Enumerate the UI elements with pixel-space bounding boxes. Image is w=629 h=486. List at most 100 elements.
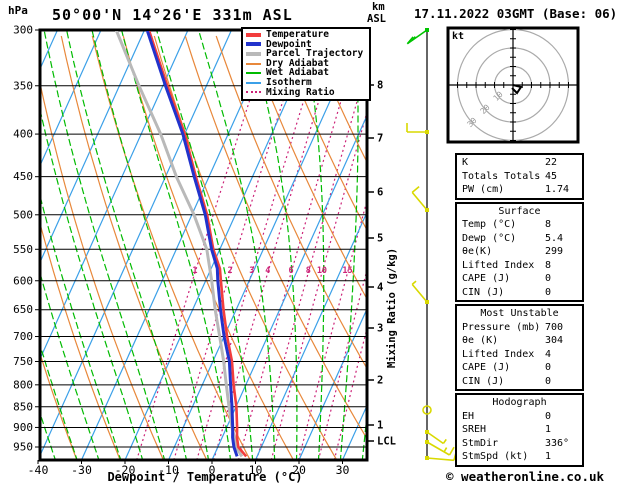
table-row: StmDir 336° xyxy=(457,437,582,451)
svg-text:4: 4 xyxy=(377,282,383,294)
table-row: Lifted Index 4 xyxy=(457,348,582,362)
svg-text:8: 8 xyxy=(377,80,383,92)
table-row: θe (K) 304 xyxy=(457,334,582,348)
svg-text:750: 750 xyxy=(13,355,33,368)
svg-text:-40: -40 xyxy=(28,463,49,477)
wind-barb xyxy=(406,28,429,45)
svg-text:500: 500 xyxy=(13,208,33,221)
stat-value: 299 xyxy=(545,246,564,257)
stat-value: 304 xyxy=(545,335,564,346)
svg-text:900: 900 xyxy=(13,421,33,434)
stat-label: Temp (°C) xyxy=(462,219,517,230)
copyright-label: © weatheronline.co.uk xyxy=(446,469,605,484)
table-row: PW (cm) 1.74 xyxy=(457,183,582,197)
mixing-ratio-axis-label: Mixing Ratio (g/kg) xyxy=(386,247,398,369)
svg-text:15: 15 xyxy=(342,266,352,276)
stat-label: Lifted Index xyxy=(462,348,535,360)
stat-value: 0 xyxy=(545,375,552,387)
svg-text:3: 3 xyxy=(377,323,383,335)
table-row: K 22 xyxy=(457,156,582,170)
stat-label: CIN (J) xyxy=(462,375,505,387)
table-row: Pressure (mb) 700 xyxy=(457,321,582,335)
stat-label: SREH xyxy=(462,424,487,435)
svg-text:800: 800 xyxy=(13,378,33,391)
legend-swatch xyxy=(246,32,261,37)
hodograph-unit-label: kt xyxy=(452,31,465,42)
stat-value: 22 xyxy=(545,157,558,168)
skewt-sounding-screenshot: 50°00'N 14°26'E 331m ASL 17.11.2022 03GM… xyxy=(0,0,629,486)
stat-value: 1 xyxy=(545,424,552,435)
svg-text:950: 950 xyxy=(13,441,33,454)
stats-box: Surface Temp (°C) 8 Dewp (°C) 5.4 θe(K) 299 Lif… xyxy=(455,201,584,302)
stat-value: 1.74 xyxy=(545,184,570,195)
stats-box: Most Unstable Pressure (mb) 700 θe (K) 304 Li… xyxy=(455,304,584,391)
table-row: SREH 1 xyxy=(457,423,582,437)
wind-barb xyxy=(425,440,455,456)
svg-text:300: 300 xyxy=(13,24,33,37)
table-row: Lifted Index 8 xyxy=(457,259,582,273)
stat-label: PW (cm) xyxy=(462,184,505,195)
svg-text:700: 700 xyxy=(13,330,33,343)
legend-swatch xyxy=(246,51,261,56)
stat-label: StmDir xyxy=(462,437,499,449)
svg-text:7: 7 xyxy=(377,133,383,145)
stats-box-header: Most Unstable xyxy=(480,308,559,319)
table-row: EH 0 xyxy=(457,410,582,424)
legend-swatch xyxy=(246,62,261,65)
svg-text:650: 650 xyxy=(13,303,33,316)
table-row: Dewp (°C) 5.4 xyxy=(457,232,582,246)
stat-label: Pressure (mb) xyxy=(462,321,541,333)
svg-text:450: 450 xyxy=(13,170,33,183)
svg-text:550: 550 xyxy=(13,243,33,256)
stats-box: Hodograph EH 0 SREH 1 StmDir 336° StmSpd (kt) 1 xyxy=(455,393,584,467)
wind-barb xyxy=(406,123,429,134)
stat-value: 4 xyxy=(545,348,552,360)
stat-value: 8 xyxy=(545,259,552,271)
lcl-label: LCL xyxy=(377,436,396,448)
svg-text:2: 2 xyxy=(377,375,383,387)
legend-item: Mixing Ratio xyxy=(246,86,369,98)
stat-label: Dewp (°C) xyxy=(462,232,517,244)
stat-label: CAPE (J) xyxy=(462,362,511,373)
svg-text:8: 8 xyxy=(306,266,311,276)
stat-value: 8 xyxy=(545,219,552,230)
stat-value: 5.4 xyxy=(545,232,564,244)
stats-box-header: Surface xyxy=(498,205,541,217)
legend-item-label: Mixing Ratio xyxy=(266,86,335,98)
svg-text:850: 850 xyxy=(13,400,33,413)
table-row: Totals Totals 45 xyxy=(457,170,582,184)
legend-swatch xyxy=(246,72,261,75)
stat-label: K xyxy=(462,157,469,168)
table-row: CIN (J) 0 xyxy=(457,375,582,389)
stat-value: 0 xyxy=(545,273,552,284)
stat-label: StmSpd (kt) xyxy=(462,451,529,462)
svg-text:5: 5 xyxy=(377,233,383,245)
stat-label: Totals Totals xyxy=(462,170,541,182)
stat-label: θe (K) xyxy=(462,335,499,346)
stat-label: EH xyxy=(462,410,475,422)
stat-label: CAPE (J) xyxy=(462,273,511,284)
svg-text:400: 400 xyxy=(13,128,33,141)
table-row: CAPE (J) 0 xyxy=(457,361,582,375)
svg-text:600: 600 xyxy=(13,274,33,287)
stat-label: θe(K) xyxy=(462,246,493,257)
stat-label: Lifted Index xyxy=(462,259,535,271)
stats-panels: K 22 Totals Totals 45 PW (cm) 1.74 Surface Temp… xyxy=(455,153,584,469)
svg-text:6: 6 xyxy=(377,187,383,199)
svg-text:4: 4 xyxy=(265,266,270,276)
stats-box-header: Hodograph xyxy=(492,397,547,408)
pressure-tick-labels: 300 350 400 450 500 550 600 650 700 750 800 850 900 9… xyxy=(13,24,33,454)
hodograph: 102030 xyxy=(446,26,580,144)
svg-text:3: 3 xyxy=(249,266,254,276)
stat-label: CIN (J) xyxy=(462,286,505,298)
series-dewpoint xyxy=(145,31,239,457)
stats-box: K 22 Totals Totals 45 PW (cm) 1.74 xyxy=(455,153,584,200)
legend-box: Temperature Dewpoint Parcel Trajectory Dry … xyxy=(241,27,371,102)
stat-value: 700 xyxy=(545,321,564,333)
legend-swatch xyxy=(246,42,261,47)
svg-text:10: 10 xyxy=(317,266,327,276)
stat-value: 1 xyxy=(545,451,552,462)
stat-value: 0 xyxy=(545,410,552,422)
legend-swatch xyxy=(246,81,261,84)
stat-value: 45 xyxy=(545,170,558,182)
